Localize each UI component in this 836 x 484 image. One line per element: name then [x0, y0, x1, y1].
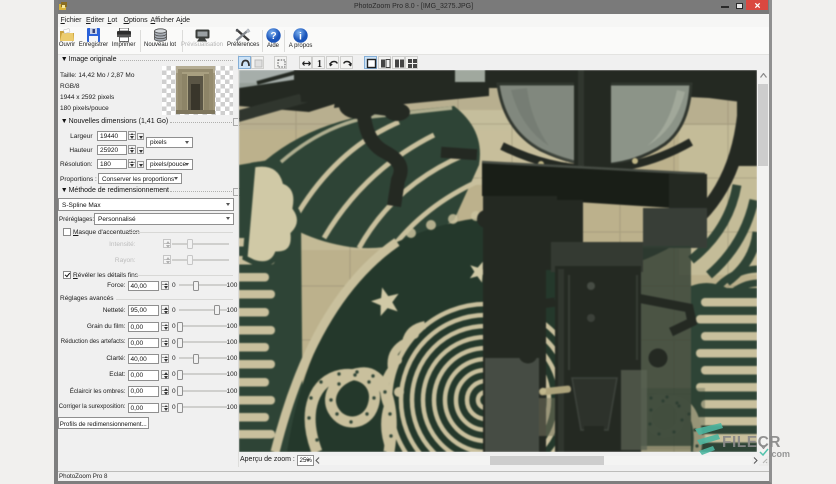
svg-text:.com: .com [769, 449, 790, 459]
svg-text:i: i [299, 30, 302, 42]
svg-text:1: 1 [317, 59, 322, 70]
svg-text:?: ? [270, 31, 276, 42]
